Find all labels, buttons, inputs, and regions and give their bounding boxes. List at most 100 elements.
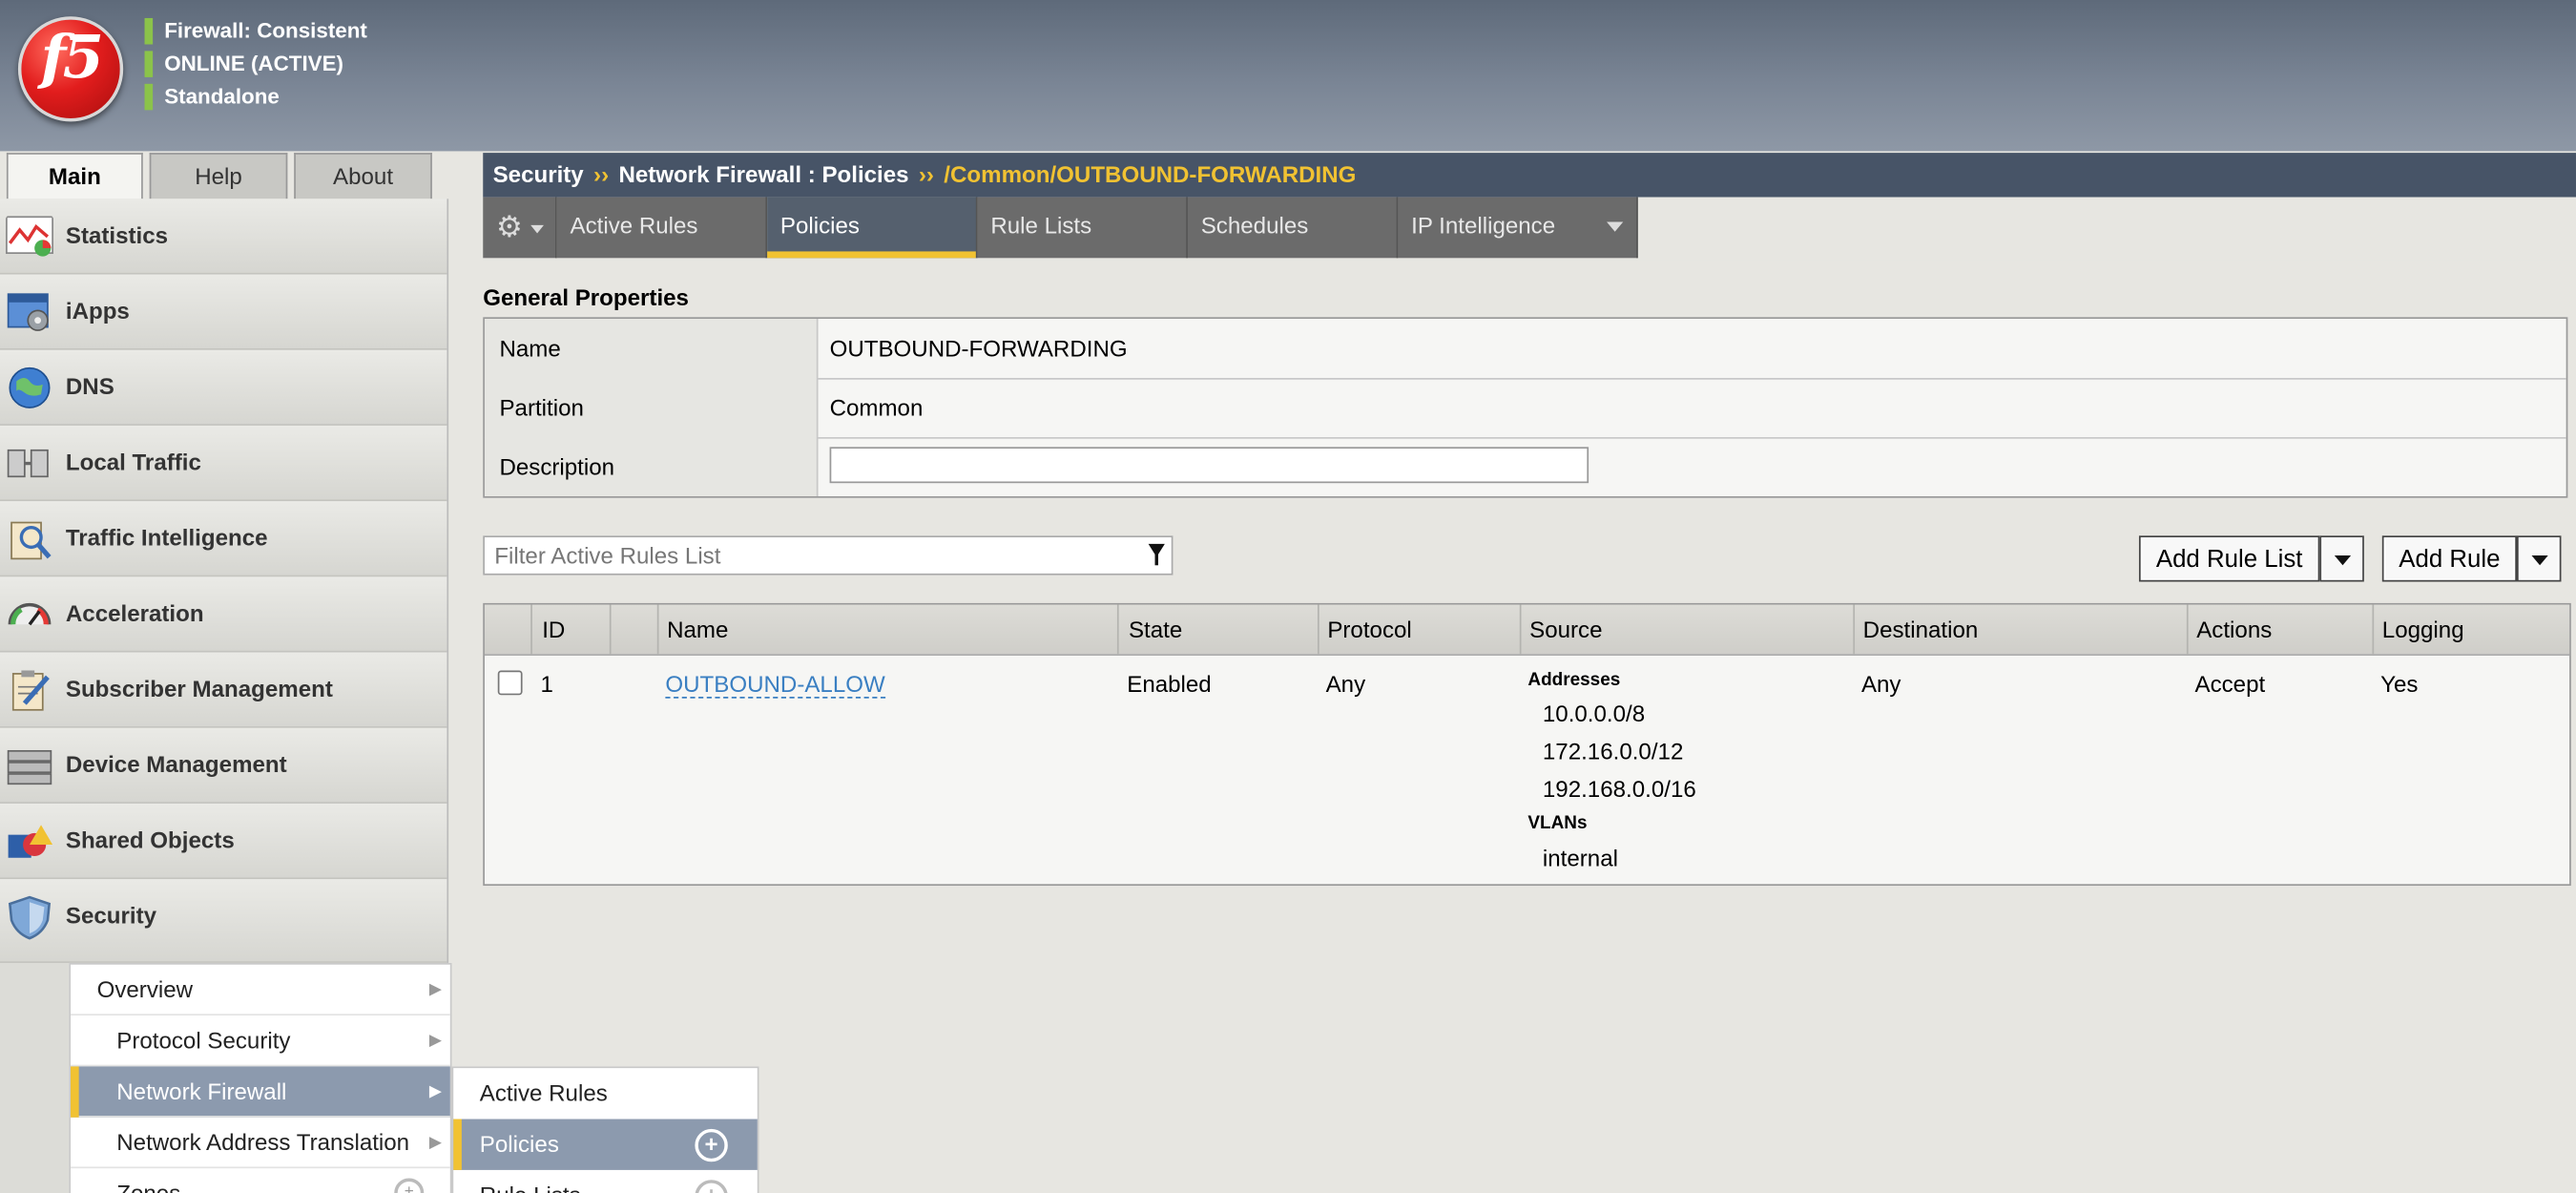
nav-label: Security [65,902,157,929]
column-header-protocol[interactable]: Protocol [1318,604,1522,655]
chevron-right-icon: ▶ [428,1032,443,1051]
row-checkbox[interactable] [497,670,523,696]
general-properties-table: Name OUTBOUND-FORWARDING Partition Commo… [483,317,2568,498]
nav-security[interactable]: Security [0,879,447,963]
nav-label: Traffic Intelligence [65,524,268,551]
rule-logging: Yes [2380,670,2419,698]
chevron-down-icon [2334,555,2351,566]
submenu-network-firewall[interactable]: Network Firewall ▶ [71,1066,450,1118]
description-input[interactable] [829,447,1589,484]
add-icon[interactable]: + [394,1178,425,1193]
breadcrumb-separator: ›› [593,160,610,188]
nav-label: DNS [65,372,114,400]
status-online: ONLINE (ACTIVE) [144,51,343,77]
nav-label: Statistics [65,221,169,248]
server-icon [7,749,52,785]
tab-about[interactable]: About [294,153,432,199]
flyout-policies[interactable]: Policies + [453,1119,758,1170]
chevron-down-icon [530,224,544,234]
add-rule-list-button[interactable]: Add Rule List [2138,535,2320,582]
table-row: 1 OUTBOUND-ALLOW Enabled Any Addresses 1… [485,656,2569,883]
tab-schedules[interactable]: Schedules [1187,197,1399,259]
nav-traffic-intelligence[interactable]: Traffic Intelligence [0,501,447,577]
rule-state: Enabled [1127,670,1212,698]
status-firewall: Firewall: Consistent [144,17,367,45]
nav-label: Acceleration [65,599,204,626]
column-header-actions[interactable]: Actions [2187,604,2375,655]
column-header-name[interactable]: Name [657,604,1119,655]
gear-icon: ⚙ [496,210,523,243]
tab-active-rules[interactable]: Active Rules [556,197,768,259]
shapes-icon [8,825,53,858]
local-traffic-icon [7,449,49,478]
add-rule-button[interactable]: Add Rule [2381,535,2517,582]
flyout-active-rules[interactable]: Active Rules [453,1068,758,1119]
source-address: 172.16.0.0/12 [1542,738,1684,764]
column-header-logging[interactable]: Logging [2372,605,2569,655]
nav-iapps[interactable]: iApps [0,274,447,350]
column-header-destination[interactable]: Destination [1853,604,2189,655]
clipboard-icon [11,670,50,711]
source-vlans-label: VLANs [1527,813,1588,833]
add-rule-dropdown[interactable] [2516,535,2562,582]
source-addresses-label: Addresses [1527,670,1621,691]
active-rules-table: ID Name State Protocol Source Destinatio… [483,602,2571,887]
nav-label: Local Traffic [65,449,201,475]
tab-main[interactable]: Main [6,153,143,199]
nav-statistics[interactable]: Statistics [0,199,447,275]
nav-acceleration[interactable]: Acceleration [0,576,447,653]
rule-id: 1 [540,670,553,698]
tab-rule-lists[interactable]: Rule Lists [977,197,1188,259]
breadcrumb-security[interactable]: Security [493,161,584,188]
nav-dns[interactable]: DNS [0,349,447,426]
column-header-id[interactable]: ID [532,604,612,655]
flyout-rule-lists[interactable]: Rule Lists+ [453,1170,758,1193]
gear-menu-button[interactable]: ⚙ [483,197,557,259]
breadcrumb-network-firewall[interactable]: Network Firewall : Policies [618,161,908,188]
rule-protocol: Any [1325,670,1366,698]
nav-device-management[interactable]: Device Management [0,727,447,804]
submenu-zones[interactable]: Zones + [71,1168,450,1193]
property-row-name: Name OUTBOUND-FORWARDING [484,319,2566,380]
speedometer-icon [8,602,52,626]
source-address: 10.0.0.0/8 [1542,700,1646,727]
globe-icon [9,366,51,408]
property-value: Common [829,394,924,421]
source-address: 192.168.0.0/16 [1542,775,1696,803]
nav-local-traffic[interactable]: Local Traffic [0,425,447,502]
add-icon[interactable]: + [695,1180,728,1193]
add-rule-list-dropdown[interactable] [2319,535,2364,582]
column-header-source[interactable]: Source [1520,604,1856,655]
nav-shared-objects[interactable]: Shared Objects [0,803,447,880]
general-properties-title: General Properties [483,283,689,311]
rule-name-link[interactable]: OUTBOUND-ALLOW [665,670,885,699]
filter-rules-input[interactable]: Filter Active Rules List [483,535,1174,576]
chevron-right-icon: ▶ [428,980,443,999]
nav-subscriber-management[interactable]: Subscriber Management [0,652,447,728]
nav-label: iApps [65,297,130,324]
column-header-state[interactable]: State [1119,604,1319,655]
filter-icon[interactable] [1148,543,1165,566]
f5-logo[interactable]: f5 [17,16,124,122]
submenu-protocol-security[interactable]: Protocol Security ▶ [71,1015,450,1067]
add-icon[interactable]: + [695,1128,728,1162]
nav-label: Device Management [65,750,287,778]
chevron-right-icon: ▶ [428,1082,443,1101]
property-row-partition: Partition Common [484,378,2566,439]
breadcrumb-current: /Common/OUTBOUND-FORWARDING [944,160,1357,188]
nav-label: Subscriber Management [65,675,333,702]
submenu-overview[interactable]: Overview ▶ [71,965,450,1016]
property-row-description: Description [484,436,2566,496]
tab-ip-intelligence[interactable]: IP Intelligence [1398,197,1638,259]
column-header-select[interactable] [485,604,532,655]
toolbar: ⚙ Active Rules Policies Rule Lists Sched… [483,197,2576,261]
rule-destination: Any [1860,670,1901,698]
tab-help[interactable]: Help [149,153,288,199]
property-label: Partition [484,378,819,437]
source-vlan: internal [1542,844,1618,871]
chevron-right-icon: ▶ [428,1134,443,1152]
submenu-network-address-translation[interactable]: Network Address Translation ▶ [71,1118,450,1169]
tab-policies[interactable]: Policies [767,197,978,259]
shield-icon [8,895,52,940]
iapps-icon [7,293,49,331]
